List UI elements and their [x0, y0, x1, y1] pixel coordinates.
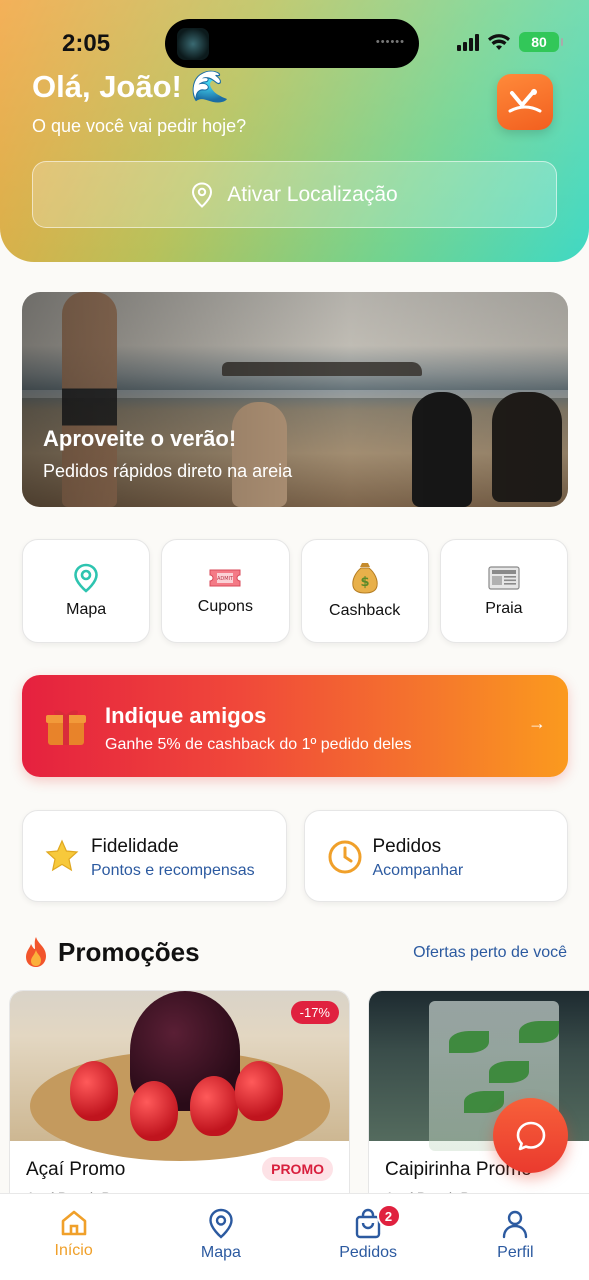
location-button-label: Ativar Localização [227, 182, 398, 206]
promotions-link[interactable]: Ofertas perto de você [413, 944, 567, 962]
loyalty-card[interactable]: Fidelidade Pontos e recompensas [22, 810, 287, 902]
star-icon [45, 839, 79, 872]
home-icon [61, 1210, 86, 1236]
nav-item-inicio[interactable]: Início [0, 1194, 147, 1280]
nav-label: Pedidos [339, 1244, 398, 1261]
greeting-title: Olá, João! 🌊 [32, 69, 230, 104]
referral-banner[interactable]: Indique amigos Ganhe 5% de cashback do 1… [22, 675, 568, 777]
nav-item-perfil[interactable]: Perfil [442, 1194, 589, 1280]
info-cards: Fidelidade Pontos e recompensas Pedidos … [22, 810, 568, 902]
quick-action-cupons[interactable]: ADMIT Cupons [161, 539, 290, 643]
quick-action-label: Cashback [329, 602, 401, 619]
clock-icon [328, 840, 361, 874]
promo-card[interactable]: -17% Açaí Promo PROMO Açaí Beach Bar [9, 990, 350, 1220]
location-pin-icon [192, 181, 213, 208]
quick-action-label: Mapa [66, 601, 107, 618]
fire-icon [26, 937, 46, 967]
quick-action-praia[interactable]: Praia [439, 539, 568, 643]
status-icons: 80 [457, 32, 563, 52]
quick-action-mapa[interactable]: Mapa [22, 539, 151, 643]
nav-item-mapa[interactable]: Mapa [147, 1194, 294, 1280]
quick-action-label: Praia [485, 600, 523, 617]
svg-text:$: $ [360, 575, 369, 590]
promo-badge: PROMO [262, 1157, 333, 1181]
greeting-subtitle: O que você vai pedir hoje? [32, 116, 247, 136]
header: 2:05 •••••• 80 Olá, João! 🌊 O que você v… [0, 0, 589, 262]
promo-name: Açaí Promo [26, 1159, 126, 1180]
money-bag-icon: $ [351, 563, 378, 594]
wifi-icon [488, 34, 510, 50]
hero-subtitle: Pedidos rápidos direto na areia [43, 461, 293, 481]
referral-subtitle: Ganhe 5% de cashback do 1º pedido deles [105, 736, 412, 753]
quick-actions: Mapa ADMIT Cupons $ Cashback Praia [22, 539, 568, 643]
nav-label: Mapa [200, 1244, 241, 1261]
activate-location-button[interactable]: Ativar Localização [32, 161, 557, 228]
orders-subtitle: Acompanhar [372, 862, 464, 879]
promotions-header: Promoções [22, 936, 200, 968]
ticket-icon: ADMIT [209, 569, 241, 587]
promo-card[interactable]: Caipirinha Promo Açaí Beach Bar [368, 990, 589, 1220]
quick-action-cashback[interactable]: $ Cashback [300, 539, 429, 643]
gift-icon [46, 710, 86, 745]
arrow-right-icon: → [528, 713, 546, 733]
app-logo[interactable] [497, 74, 553, 130]
map-pin-icon [74, 563, 98, 593]
chat-icon [516, 1121, 545, 1150]
chat-button[interactable] [493, 1098, 568, 1173]
island-dots: •••••• [375, 36, 405, 48]
bottom-nav: Início Mapa 2 Pedidos Perfil [0, 1193, 589, 1280]
svg-text:ADMIT: ADMIT [217, 576, 234, 582]
loyalty-subtitle: Pontos e recompensas [91, 862, 255, 879]
referral-title: Indique amigos [105, 703, 267, 728]
hero-banner[interactable]: Aproveite o verão! Pedidos rápidos diret… [22, 292, 568, 507]
discount-badge: -17% [290, 1001, 339, 1024]
promo-image-acai: -17% [10, 991, 349, 1161]
quick-action-label: Cupons [197, 598, 253, 615]
dynamic-island: •••••• [165, 19, 419, 68]
camera-icon [177, 28, 209, 60]
user-icon [503, 1210, 528, 1239]
signal-icon [457, 33, 479, 51]
battery-icon: 80 [519, 32, 563, 52]
newspaper-icon [488, 566, 520, 590]
nav-label: Início [54, 1242, 93, 1259]
hero-title: Aproveite o verão! [43, 426, 237, 451]
status-time: 2:05 [62, 30, 111, 57]
nav-label: Perfil [497, 1244, 534, 1261]
orders-count-badge: 2 [376, 1204, 401, 1228]
logo-icon [508, 89, 542, 113]
promotions-title: Promoções [58, 936, 200, 967]
loyalty-title: Fidelidade [91, 836, 179, 857]
orders-card[interactable]: Pedidos Acompanhar [303, 810, 568, 902]
nav-item-pedidos[interactable]: 2 Pedidos [295, 1194, 442, 1280]
orders-title: Pedidos [372, 836, 442, 857]
map-pin-icon [209, 1208, 233, 1239]
